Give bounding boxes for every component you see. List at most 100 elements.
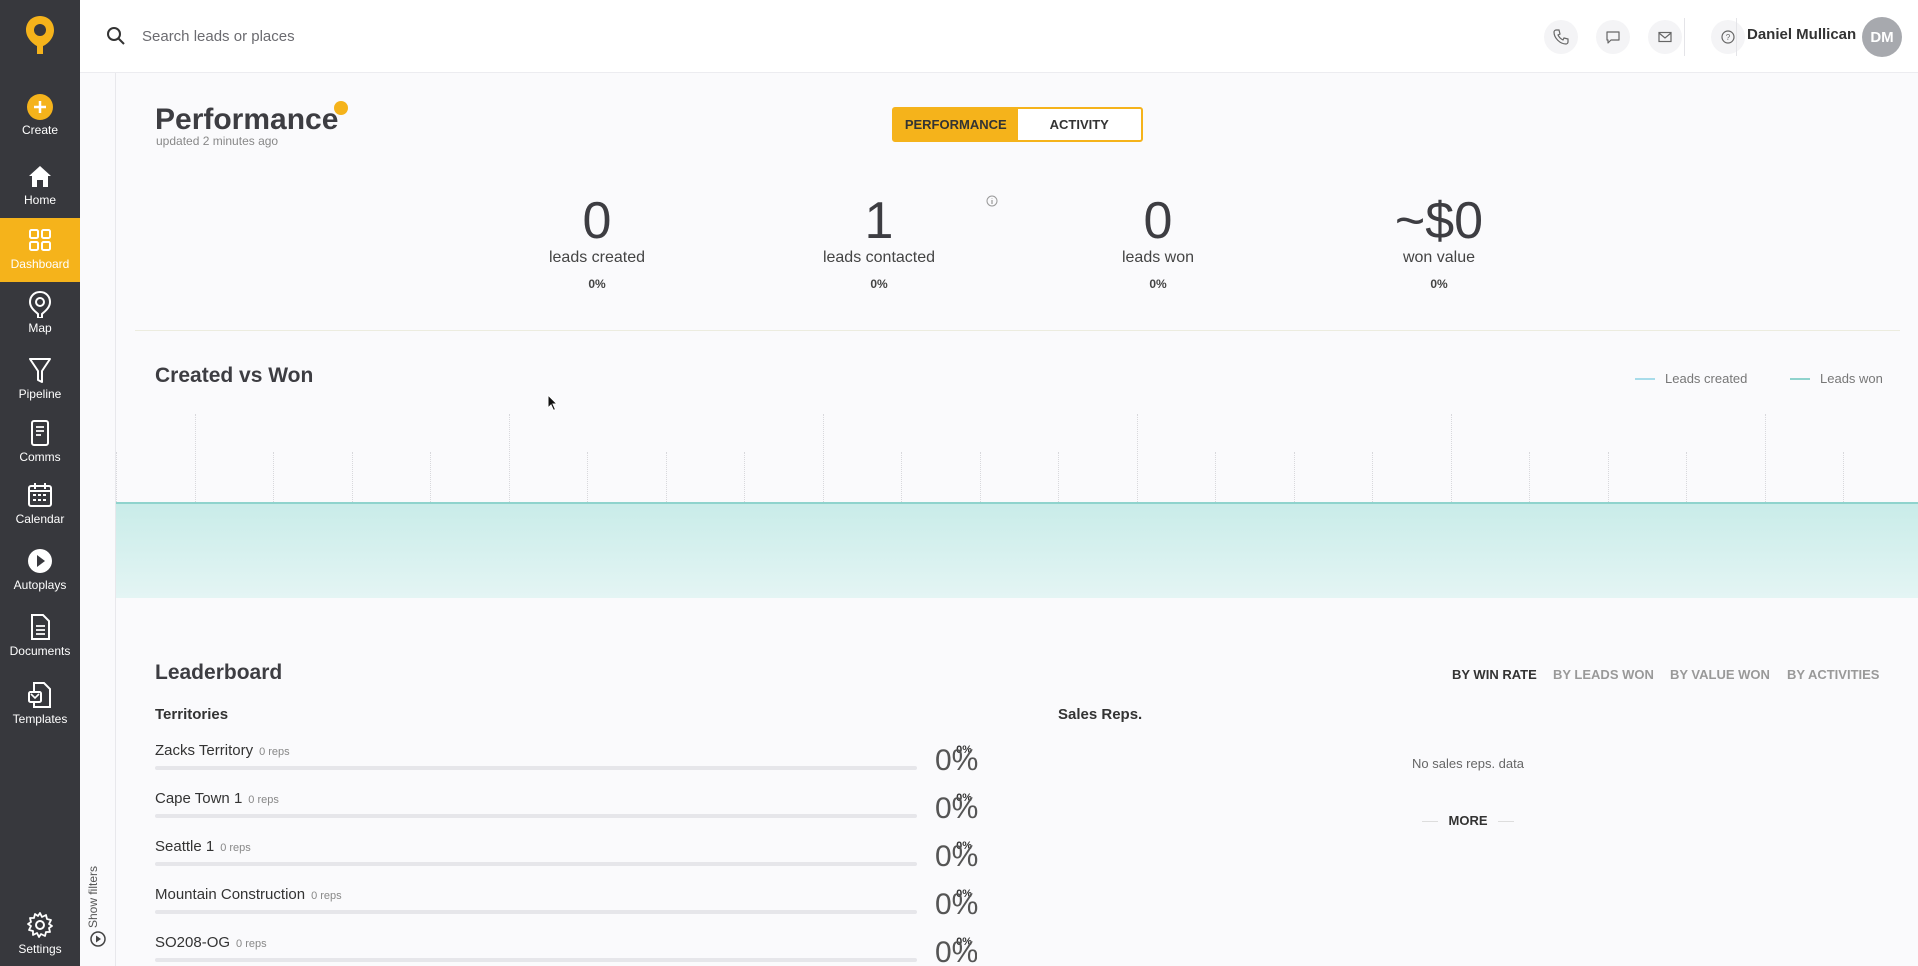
sidebar-item-settings[interactable]: Settings bbox=[0, 911, 80, 966]
sidebar-item-label: Documents bbox=[9, 644, 71, 658]
kpi-percent: 0% bbox=[870, 277, 888, 291]
search-icon[interactable] bbox=[106, 26, 126, 46]
show-filters-label[interactable]: Show filters bbox=[86, 866, 100, 928]
tab-by-leads-won[interactable]: BY LEADS WON bbox=[1553, 667, 1654, 682]
territory-name: Cape Town 1 0 reps bbox=[155, 790, 279, 807]
legend-swatch bbox=[1790, 377, 1810, 380]
phone-button[interactable] bbox=[1544, 20, 1578, 54]
search-input[interactable] bbox=[142, 22, 642, 50]
legend-item-leads-won[interactable]: Leads won bbox=[1790, 371, 1883, 386]
chat-icon bbox=[1606, 31, 1620, 44]
territory-name: Seattle 1 0 reps bbox=[155, 838, 251, 855]
tab-performance[interactable]: PERFORMANCE bbox=[894, 109, 1018, 140]
territory-row[interactable]: Zacks Territory 0 reps 0% 0% bbox=[155, 742, 979, 786]
user-name[interactable]: Daniel Mullican bbox=[1747, 26, 1856, 43]
sidebar-item-autoplays[interactable]: Autoplays bbox=[0, 547, 80, 611]
sidebar-item-label: Map bbox=[28, 321, 52, 335]
chat-button[interactable] bbox=[1596, 20, 1630, 54]
avatar[interactable]: DM bbox=[1862, 17, 1902, 57]
territory-row[interactable]: SO208-OG 0 reps 0% 0% bbox=[155, 934, 977, 966]
territory-row[interactable]: Cape Town 10 reps 0% 0% bbox=[155, 790, 979, 834]
territory-percent-large: 0% bbox=[935, 888, 979, 921]
created-vs-won-chart bbox=[116, 400, 1918, 598]
sidebar-item-label: Autoplays bbox=[13, 578, 67, 592]
kpi-label: leads won bbox=[1121, 249, 1195, 266]
calendar-icon bbox=[28, 483, 52, 507]
sidebar-item-templates[interactable]: Templates bbox=[0, 681, 80, 745]
kpi-value: 0 bbox=[1143, 192, 1173, 250]
kpi-won-value: ~$0 won value 0% bbox=[1339, 193, 1539, 291]
sidebar-item-label: Calendar bbox=[15, 512, 65, 526]
territory-name: SO208-OG 0 reps bbox=[155, 934, 267, 951]
legend-swatch bbox=[1635, 377, 1655, 380]
updated-text: updated 2 minutes ago bbox=[156, 134, 279, 148]
territory-label: Mountain Construction bbox=[155, 886, 306, 903]
sidebar-item-calendar[interactable]: Calendar bbox=[0, 481, 80, 545]
legend-label: Leads won bbox=[1820, 371, 1883, 386]
sidebar-item-home[interactable]: Home bbox=[0, 162, 80, 226]
phone-icon bbox=[1553, 29, 1569, 45]
chart-title: Created vs Won bbox=[155, 364, 314, 387]
sidebar-item-dashboard[interactable]: Dashboard bbox=[0, 218, 80, 282]
no-sales-reps-data: No sales reps. data bbox=[1411, 756, 1524, 771]
help-button[interactable]: ? bbox=[1711, 20, 1745, 54]
sidebar-item-pipeline[interactable]: Pipeline bbox=[0, 356, 80, 420]
document-icon bbox=[31, 614, 50, 640]
territory-reps: 0 reps bbox=[259, 746, 290, 758]
territory-progress-bar bbox=[155, 958, 917, 962]
territory-reps: 0 reps bbox=[311, 890, 342, 902]
territory-name: Zacks Territory 0 reps bbox=[155, 742, 290, 759]
kpi-leads-contacted: 1 leads contacted 0% bbox=[779, 193, 979, 291]
sidebar-item-label: Home bbox=[23, 193, 56, 207]
funnel-icon bbox=[29, 358, 51, 383]
territory-progress-bar bbox=[155, 910, 917, 914]
tab-by-activities[interactable]: BY ACTIVITIES bbox=[1787, 667, 1879, 682]
email-icon bbox=[1658, 31, 1672, 43]
kpi-value: ~$0 bbox=[1394, 192, 1484, 250]
tab-by-value-won[interactable]: BY VALUE WON bbox=[1670, 667, 1770, 682]
svg-text:?: ? bbox=[1726, 33, 1731, 42]
info-icon[interactable] bbox=[986, 195, 998, 207]
divider bbox=[135, 330, 1900, 331]
territory-progress-bar bbox=[155, 766, 917, 770]
territory-percent-large: 0% bbox=[935, 792, 979, 825]
territory-percent-large: 0% bbox=[935, 840, 979, 873]
templates-icon bbox=[28, 682, 51, 708]
kpi-value: 0 bbox=[582, 192, 612, 250]
legend-item-leads-created[interactable]: Leads created bbox=[1635, 371, 1747, 386]
logo-icon[interactable] bbox=[24, 14, 56, 56]
chart-area-series bbox=[116, 502, 1918, 598]
sidebar-item-documents[interactable]: Documents bbox=[0, 613, 80, 677]
territory-reps: 0 reps bbox=[236, 938, 267, 950]
tab-activity[interactable]: ACTIVITY bbox=[1018, 109, 1142, 140]
territory-label: Seattle 1 bbox=[155, 838, 215, 855]
sidebar-item-create[interactable]: Create bbox=[0, 92, 80, 156]
tab-by-win-rate[interactable]: BY WIN RATE bbox=[1452, 667, 1537, 682]
sidebar-item-comms[interactable]: Comms bbox=[0, 419, 80, 483]
help-icon: ? bbox=[1721, 30, 1735, 44]
kpi-leads-created: 0 leads created 0% bbox=[497, 193, 697, 291]
sidebar-item-label: Pipeline bbox=[18, 387, 62, 401]
territory-label: SO208-OG bbox=[155, 934, 231, 951]
territory-progress-bar bbox=[155, 814, 917, 818]
sidebar-item-map[interactable]: Map bbox=[0, 290, 80, 354]
more-button[interactable]: MORE bbox=[1422, 813, 1514, 828]
kpi-percent: 0% bbox=[588, 277, 606, 291]
kpi-label: won value bbox=[1402, 249, 1476, 266]
page-title: Performance bbox=[155, 103, 339, 136]
sidebar-item-label: Comms bbox=[19, 450, 61, 464]
top-bar: ? Daniel Mullican DM bbox=[80, 0, 1918, 73]
territories-heading: Territories bbox=[155, 706, 229, 723]
view-toggle: PERFORMANCE ACTIVITY bbox=[892, 107, 1143, 142]
sidebar-item-label: Create bbox=[21, 123, 59, 137]
kpi-percent: 0% bbox=[1149, 277, 1167, 291]
play-circle-icon[interactable] bbox=[89, 930, 107, 948]
map-pin-icon bbox=[28, 290, 52, 318]
territory-row[interactable]: Mountain Construction 0 reps 0% 0% bbox=[155, 886, 979, 930]
territory-row[interactable]: Seattle 10 reps 0% 0% bbox=[155, 838, 979, 882]
territory-name: Mountain Construction 0 reps bbox=[155, 886, 342, 903]
refresh-icon[interactable] bbox=[334, 101, 348, 115]
territory-percent-large: 0% bbox=[935, 744, 979, 777]
email-button[interactable] bbox=[1648, 20, 1682, 54]
kpi-percent: 0% bbox=[1430, 277, 1448, 291]
